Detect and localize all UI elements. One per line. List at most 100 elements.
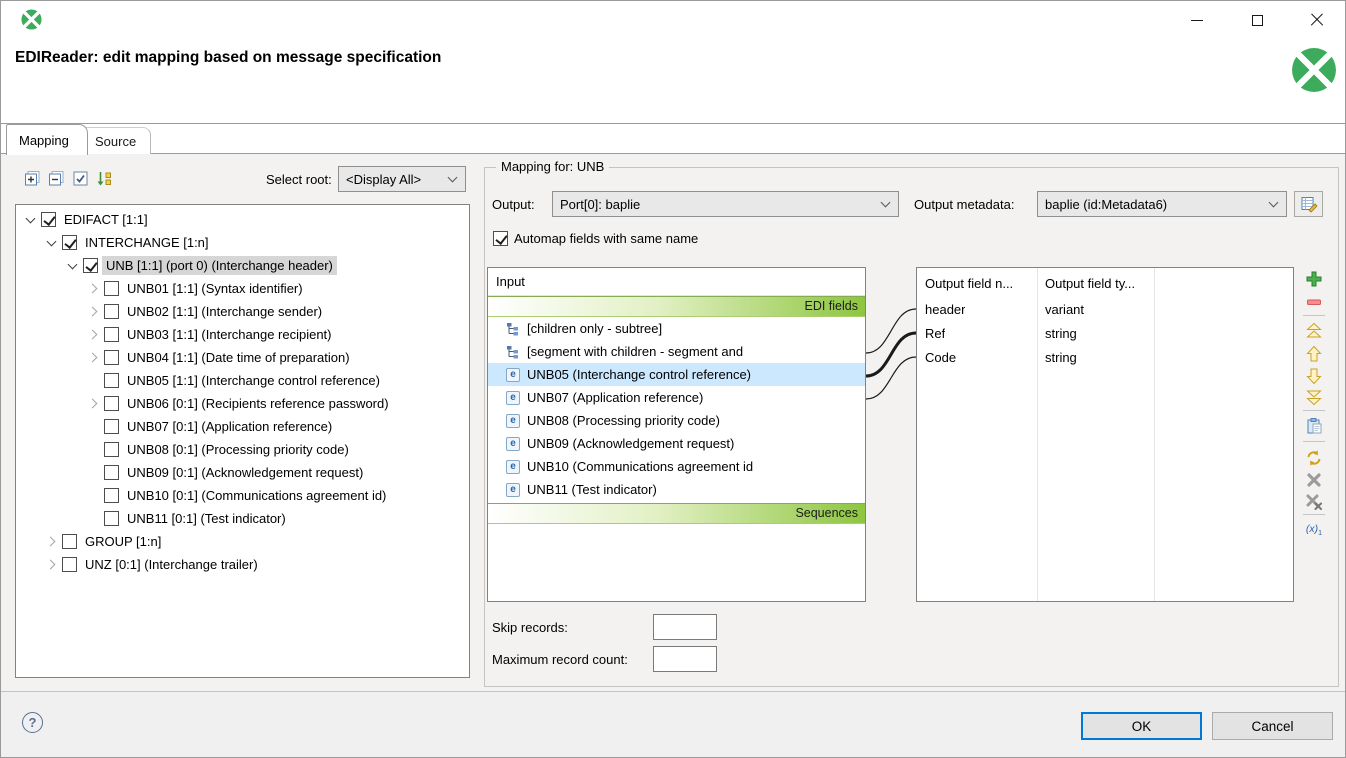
cancel-mapping-button[interactable] <box>1304 470 1324 490</box>
move-down-button[interactable] <box>1304 366 1324 386</box>
tree-checkbox[interactable] <box>83 258 98 273</box>
input-fields-panel[interactable]: Input EDI fields [children only - subtre… <box>487 267 866 602</box>
tree-row[interactable]: UNB03 [1:1] (Interchange recipient) <box>16 323 469 346</box>
output-cell-type[interactable]: string <box>1045 326 1077 341</box>
chevron-collapsed-icon[interactable] <box>85 326 102 343</box>
close-button[interactable] <box>1297 7 1337 33</box>
expand-all-button[interactable] <box>23 169 41 187</box>
tree-checkbox[interactable] <box>62 235 77 250</box>
tree-checkbox[interactable] <box>62 557 77 572</box>
cancel-all-mappings-button[interactable] <box>1304 492 1324 512</box>
chevron-collapsed-icon[interactable] <box>85 280 102 297</box>
ok-button[interactable]: OK <box>1081 712 1202 740</box>
tree-checkbox[interactable] <box>62 534 77 549</box>
max-record-count-input[interactable] <box>653 646 717 672</box>
input-row[interactable]: [segment with children - segment and <box>488 340 865 363</box>
dialog-window: EDIReader: edit mapping based on message… <box>0 0 1346 758</box>
output-col-name-header[interactable]: Output field n... <box>925 276 1013 291</box>
tree-checkbox[interactable] <box>104 373 119 388</box>
cancel-button[interactable]: Cancel <box>1212 712 1333 740</box>
select-root-value: <Display All> <box>346 172 421 187</box>
input-row-selected[interactable]: UNB05 (Interchange control reference) <box>488 363 865 386</box>
tree-row[interactable]: UNB10 [0:1] (Communications agreement id… <box>16 484 469 507</box>
automap-label: Automap fields with same name <box>514 231 698 246</box>
tree-item-label: UNB02 [1:1] (Interchange sender) <box>123 302 326 321</box>
output-cell-name[interactable]: header <box>925 302 965 317</box>
tree-row[interactable]: INTERCHANGE [1:n] <box>16 231 469 254</box>
tree-row[interactable]: UNB05 [1:1] (Interchange control referen… <box>16 369 469 392</box>
tree-checkbox[interactable] <box>104 304 119 319</box>
automap-button[interactable] <box>1304 448 1324 468</box>
tree-item-label: UNB04 [1:1] (Date time of preparation) <box>123 348 354 367</box>
select-root-combo[interactable]: <Display All> <box>338 166 466 192</box>
tree-checkbox[interactable] <box>104 465 119 480</box>
tree-checkbox[interactable] <box>104 488 119 503</box>
up-arrow-icon <box>1305 345 1323 363</box>
output-cell-name[interactable]: Ref <box>925 326 945 341</box>
tree-checkbox[interactable] <box>41 212 56 227</box>
tree-row[interactable]: UNB04 [1:1] (Date time of preparation) <box>16 346 469 369</box>
edit-metadata-button[interactable] <box>1294 191 1323 217</box>
tree-row[interactable]: UNB09 [0:1] (Acknowledgement request) <box>16 461 469 484</box>
tree-checkbox[interactable] <box>104 396 119 411</box>
move-up-button[interactable] <box>1304 344 1324 364</box>
chevron-collapsed-icon[interactable] <box>85 349 102 366</box>
input-row[interactable]: UNB07 (Application reference) <box>488 386 865 409</box>
remove-field-button[interactable] <box>1304 292 1324 312</box>
tree-row[interactable]: GROUP [1:n] <box>16 530 469 553</box>
tree-checkbox[interactable] <box>104 419 119 434</box>
tree-checkbox[interactable] <box>104 511 119 526</box>
output-fields-panel[interactable]: Output field n... Output field ty... hea… <box>916 267 1294 602</box>
tab-mapping[interactable]: Mapping <box>6 124 88 155</box>
move-bottom-button[interactable] <box>1304 387 1324 407</box>
output-port-combo[interactable]: Port[0]: baplie <box>552 191 899 217</box>
chevron-expanded-icon[interactable] <box>43 234 60 251</box>
tree-checkbox[interactable] <box>104 281 119 296</box>
message-tree[interactable]: EDIFACT [1:1] INTERCHANGE [1:n] UNB [1:1… <box>15 204 470 678</box>
input-row[interactable]: UNB11 (Test indicator) <box>488 478 865 501</box>
chevron-collapsed-icon[interactable] <box>43 556 60 573</box>
paste-fields-button[interactable] <box>1304 416 1324 436</box>
output-cell-name[interactable]: Code <box>925 350 956 365</box>
automap-checkbox[interactable] <box>493 231 508 246</box>
output-metadata-combo[interactable]: baplie (id:Metadata6) <box>1037 191 1287 217</box>
help-button[interactable] <box>22 712 43 733</box>
input-row[interactable]: UNB10 (Communications agreement id <box>488 455 865 478</box>
chevron-expanded-icon[interactable] <box>64 257 81 274</box>
tree-checkbox[interactable] <box>104 350 119 365</box>
tree-row[interactable]: UNB06 [0:1] (Recipients reference passwo… <box>16 392 469 415</box>
tree-row[interactable]: UNB02 [1:1] (Interchange sender) <box>16 300 469 323</box>
check-subtree-button[interactable] <box>71 169 89 187</box>
minimize-button[interactable] <box>1177 7 1217 33</box>
skip-records-input[interactable] <box>653 614 717 640</box>
output-cell-type[interactable]: string <box>1045 350 1077 365</box>
tab-source[interactable]: Source <box>85 127 151 154</box>
tree-row[interactable]: UNB01 [1:1] (Syntax identifier) <box>16 277 469 300</box>
chevron-collapsed-icon[interactable] <box>43 533 60 550</box>
tree-row[interactable]: UNB [1:1] (port 0) (Interchange header) <box>16 254 469 277</box>
chevron-collapsed-icon[interactable] <box>85 395 102 412</box>
tree-checkbox[interactable] <box>104 327 119 342</box>
input-row[interactable]: UNB08 (Processing priority code) <box>488 409 865 432</box>
input-row[interactable]: [children only - subtree] <box>488 317 865 340</box>
sort-tree-button[interactable] <box>95 169 113 187</box>
chevron-expanded-icon[interactable] <box>22 211 39 228</box>
output-col-type-header[interactable]: Output field ty... <box>1045 276 1135 291</box>
tree-checkbox[interactable] <box>104 442 119 457</box>
automap-checkbox-row[interactable]: Automap fields with same name <box>491 231 698 246</box>
tree-row[interactable]: UNB11 [0:1] (Test indicator) <box>16 507 469 530</box>
clipboard-icon <box>1305 417 1323 435</box>
tree-row[interactable]: UNB07 [0:1] (Application reference) <box>16 415 469 438</box>
input-row[interactable]: UNB09 (Acknowledgement request) <box>488 432 865 455</box>
tree-row[interactable]: UNB08 [0:1] (Processing priority code) <box>16 438 469 461</box>
output-cell-type[interactable]: variant <box>1045 302 1084 317</box>
maximize-button[interactable] <box>1237 7 1277 33</box>
tree-row[interactable]: UNZ [0:1] (Interchange trailer) <box>16 553 469 576</box>
mapping-connector-line <box>866 309 916 353</box>
collapse-all-button[interactable] <box>47 169 65 187</box>
add-field-button[interactable] <box>1304 269 1324 289</box>
occurrences-button[interactable]: (x)1 <box>1304 520 1324 540</box>
move-top-button[interactable] <box>1304 321 1324 341</box>
chevron-collapsed-icon[interactable] <box>85 303 102 320</box>
tree-row[interactable]: EDIFACT [1:1] <box>16 208 469 231</box>
